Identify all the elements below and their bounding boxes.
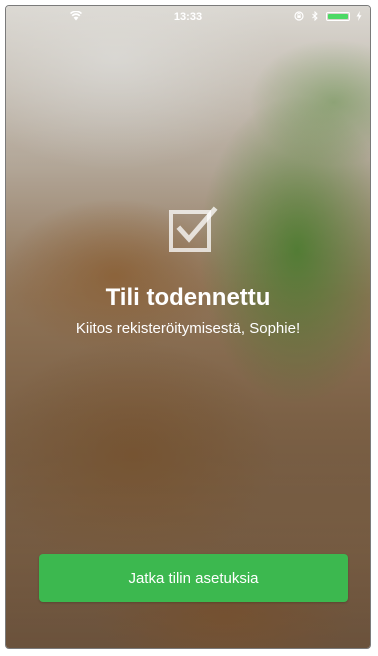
rotation-lock-icon (294, 11, 304, 21)
battery-icon (326, 11, 350, 21)
confirmation-message: Kiitos rekisteröitymisestä, Sophie! (75, 320, 301, 337)
charging-icon (356, 11, 362, 21)
checkbox-check-icon (169, 206, 218, 252)
phone-screen: 13:33 Tili todennettu Kiitos rekisteröit… (5, 5, 371, 649)
battery-level (328, 13, 348, 19)
bluetooth-icon (312, 11, 318, 21)
status-bar: 13:33 (6, 6, 370, 28)
confirmation-title: Tili todennettu (105, 284, 271, 311)
status-icons (294, 11, 362, 21)
continue-account-setup-button[interactable]: Jatka tilin asetuksia (39, 554, 348, 602)
